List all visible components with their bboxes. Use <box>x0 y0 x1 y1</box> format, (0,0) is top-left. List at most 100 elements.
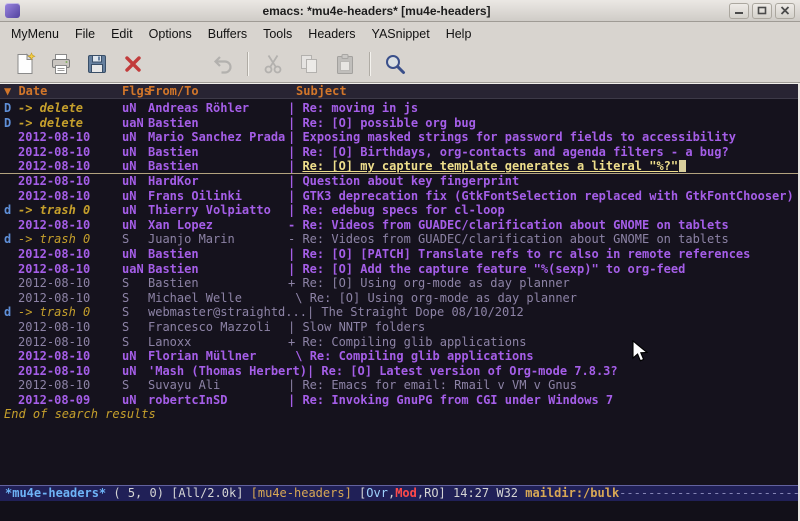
close-button[interactable] <box>117 48 149 80</box>
row-from: Lanoxx <box>148 335 288 350</box>
row-thread: | <box>288 145 302 160</box>
row-mark <box>4 247 18 262</box>
message-row[interactable]: 2012-08-10uNFlorian Müllner \ Re: Compil… <box>0 349 798 364</box>
menu-item-yasnippet[interactable]: YASnippet <box>364 24 438 44</box>
undo-button[interactable] <box>207 48 239 80</box>
menu-item-mymenu[interactable]: MyMenu <box>3 24 67 44</box>
row-thread: | <box>288 101 302 116</box>
message-row[interactable]: 2012-08-09uNrobertcInSD| Re: Invoking Gn… <box>0 393 798 408</box>
modeline-segment-plain: [ <box>352 486 366 500</box>
new-file-icon <box>13 52 37 76</box>
menu-item-tools[interactable]: Tools <box>255 24 300 44</box>
column-header-from[interactable]: From/To <box>148 84 288 98</box>
row-mark: d <box>4 305 18 320</box>
message-row[interactable]: d-> trash 0SJuanjo Marin- Re: Videos fro… <box>0 232 798 247</box>
row-from: Thierry Volpiatto <box>148 203 288 218</box>
column-header-flags[interactable]: Flgs <box>122 84 148 98</box>
message-row[interactable]: 2012-08-10uNHardKor| Question about key … <box>0 174 798 189</box>
row-from: robertcInSD <box>148 393 288 408</box>
row-flags: S <box>122 291 148 306</box>
menu-item-options[interactable]: Options <box>141 24 200 44</box>
menu-item-help[interactable]: Help <box>438 24 480 44</box>
toolbar-separator <box>247 52 249 76</box>
paste-icon <box>333 52 357 76</box>
row-date: 2012-08-10 <box>18 218 122 233</box>
maximize-button[interactable] <box>752 3 772 19</box>
print-button[interactable] <box>45 48 77 80</box>
message-row[interactable]: 2012-08-10SMichael Welle \ Re: [O] Using… <box>0 291 798 306</box>
cut-button[interactable] <box>257 48 289 80</box>
message-row[interactable]: 2012-08-10uNBastien| Re: [O] my capture … <box>0 159 798 174</box>
message-row[interactable]: 2012-08-10uNFrans Oilinki| GTK3 deprecat… <box>0 189 798 204</box>
row-mark: d <box>4 203 18 218</box>
row-flags: uN <box>122 218 148 233</box>
menu-item-headers[interactable]: Headers <box>300 24 363 44</box>
row-thread: | <box>288 174 302 189</box>
new-file-button[interactable] <box>9 48 41 80</box>
search-button[interactable] <box>379 48 411 80</box>
message-row[interactable]: D-> deleteuNAndreas Röhler| Re: moving i… <box>0 101 798 116</box>
copy-button[interactable] <box>293 48 325 80</box>
window-title: emacs: *mu4e-headers* [mu4e-headers] <box>24 4 729 18</box>
column-header-date[interactable]: ▼ Date <box>4 84 122 98</box>
message-row[interactable]: 2012-08-10uN'Mash (Thomas Herbert)| Re: … <box>0 364 798 379</box>
row-date: 2012-08-10 <box>18 349 122 364</box>
row-from: Bastien <box>148 159 288 173</box>
message-row[interactable]: 2012-08-10uNBastien| Re: [O] [PATCH] Tra… <box>0 247 798 262</box>
message-row[interactable]: 2012-08-10uNMario Sanchez Prada| Exposin… <box>0 130 798 145</box>
row-thread: | <box>307 305 321 320</box>
row-mark <box>4 320 18 335</box>
minimize-icon <box>734 6 744 15</box>
row-flags: S <box>122 378 148 393</box>
paste-button[interactable] <box>329 48 361 80</box>
row-subject: Re: Invoking GnuPG from CGI under Window… <box>302 393 613 408</box>
menu-item-file[interactable]: File <box>67 24 103 44</box>
row-mark <box>4 218 18 233</box>
row-subject: Re: [O] my capture template generates a … <box>302 159 678 173</box>
row-flags: uN <box>122 145 148 160</box>
message-row[interactable]: 2012-08-10uNXan Lopez- Re: Videos from G… <box>0 218 798 233</box>
row-subject: Re: [O] Latest version of Org-mode 7.8.3… <box>321 364 617 379</box>
message-row[interactable]: 2012-08-10SBastien+ Re: [O] Using org-mo… <box>0 276 798 291</box>
row-flags: uN <box>122 174 148 189</box>
row-thread: \ <box>288 349 310 364</box>
cut-icon <box>261 52 285 76</box>
copy-icon <box>297 52 321 76</box>
row-mark: D <box>4 116 18 131</box>
modeline-segment-plain: ( 5, 0) [All/2.0k] <box>106 486 251 500</box>
row-subject: Re: Videos from GUADEC/clarification abo… <box>302 218 728 233</box>
save-button[interactable] <box>81 48 113 80</box>
message-row[interactable]: 2012-08-10SSuvayu Ali| Re: Emacs for ema… <box>0 378 798 393</box>
row-date: 2012-08-10 <box>18 189 122 204</box>
message-row[interactable]: 2012-08-10SFrancesco Mazzoli| Slow NNTP … <box>0 320 798 335</box>
row-flags: S <box>122 276 148 291</box>
row-thread: - <box>288 232 302 247</box>
row-mark <box>4 159 18 173</box>
message-row[interactable]: D-> deleteuaNBastien| Re: [O] possible o… <box>0 116 798 131</box>
row-subject: Exposing masked strings for password fie… <box>302 130 735 145</box>
row-date: 2012-08-10 <box>18 378 122 393</box>
row-from: Mario Sanchez Prada <box>148 130 288 145</box>
minimize-button[interactable] <box>729 3 749 19</box>
row-date: 2012-08-10 <box>18 291 122 306</box>
row-from: webmaster@straightd... <box>148 305 307 320</box>
row-mark <box>4 262 18 277</box>
row-from: Frans Oilinki <box>148 189 288 204</box>
search-icon <box>383 52 407 76</box>
modeline-segment-plain: ,RO] <box>417 486 453 500</box>
column-header-subject[interactable]: Subject <box>288 84 347 98</box>
message-row[interactable]: d-> trash 0Swebmaster@straightd...| The … <box>0 305 798 320</box>
echo-area[interactable] <box>0 501 798 521</box>
close-button[interactable] <box>775 3 795 19</box>
row-flags: uN <box>122 203 148 218</box>
row-subject: Re: [O] [PATCH] Translate refs to rc als… <box>302 247 750 262</box>
modeline-segment-ovr: Ovr <box>366 486 388 500</box>
message-row[interactable]: 2012-08-10uaNBastien| Re: [O] Add the ca… <box>0 262 798 277</box>
print-icon <box>49 52 73 76</box>
message-row[interactable]: 2012-08-10SLanoxx+ Re: Compiling glib ap… <box>0 335 798 350</box>
menu-item-edit[interactable]: Edit <box>103 24 141 44</box>
menu-item-buffers[interactable]: Buffers <box>200 24 255 44</box>
message-row[interactable]: 2012-08-10uNBastien| Re: [O] Birthdays, … <box>0 145 798 160</box>
row-subject: Slow NNTP folders <box>302 320 425 335</box>
message-row[interactable]: d-> trash 0uNThierry Volpiatto| Re: edeb… <box>0 203 798 218</box>
